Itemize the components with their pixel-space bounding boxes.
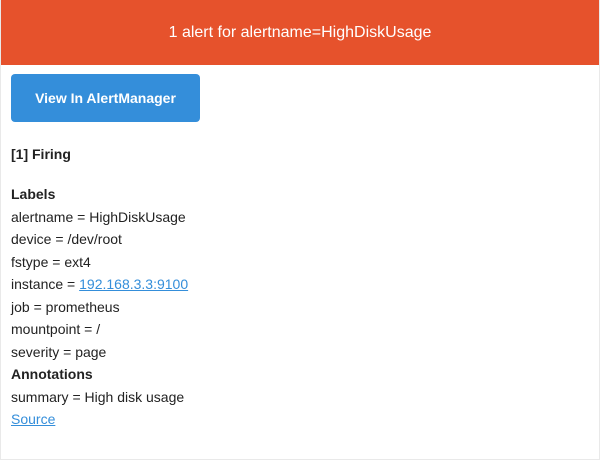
label-separator: = [63, 276, 80, 292]
annotation-value: High disk usage [84, 388, 185, 405]
label-separator: = [73, 208, 90, 225]
labels-heading: Labels [11, 186, 56, 202]
label-separator: = [51, 231, 68, 247]
label-severity: severity = page [11, 341, 589, 364]
annotations-heading: Annotations [11, 366, 93, 382]
label-key: device [11, 231, 52, 247]
instance-link[interactable]: 192.168.3.3:9100 [79, 276, 188, 292]
annotation-separator: = [68, 388, 85, 405]
label-separator: = [80, 321, 97, 337]
label-mountpoint: mountpoint = / [11, 318, 589, 341]
label-job: job = prometheus [11, 296, 589, 319]
source-line: Source [11, 408, 589, 431]
label-key: mountpoint [11, 321, 81, 337]
label-value: /dev/root [67, 231, 122, 247]
label-fstype: fstype = ext4 [11, 251, 589, 274]
source-link[interactable]: Source [11, 411, 55, 427]
label-alertname: alertname = HighDiskUsage [11, 206, 589, 229]
label-key: severity [11, 343, 60, 360]
label-device: device = /dev/root [11, 228, 589, 251]
label-key: fstype [11, 253, 49, 270]
alert-email-card: 1 alert for alertname=HighDiskUsage View… [0, 0, 600, 460]
view-in-alertmanager-button[interactable]: View In AlertManager [11, 74, 200, 122]
label-instance: instance = 192.168.3.3:9100 [11, 273, 589, 296]
label-value: / [96, 321, 101, 337]
labels-section: Labels alertname = HighDiskUsage device … [11, 183, 589, 431]
label-separator: = [59, 343, 76, 360]
annotation-summary: summary = High disk usage [11, 386, 589, 409]
label-key: instance [11, 276, 64, 292]
label-key: alertname [11, 208, 74, 225]
alert-header-title: 1 alert for alertname=HighDiskUsage [168, 23, 432, 41]
annotation-key: summary [11, 388, 69, 405]
label-value: HighDiskUsage [89, 208, 186, 225]
firing-title: [1] Firing [11, 146, 71, 162]
alert-header: 1 alert for alertname=HighDiskUsage [1, 0, 599, 65]
label-value: ext4 [64, 253, 91, 270]
label-separator: = [48, 253, 65, 270]
alert-content: View In AlertManager [1] Firing Labels a… [1, 65, 599, 431]
label-value: prometheus [45, 298, 120, 315]
label-separator: = [29, 298, 46, 315]
label-key: job [11, 298, 30, 315]
label-value: page [75, 343, 107, 360]
